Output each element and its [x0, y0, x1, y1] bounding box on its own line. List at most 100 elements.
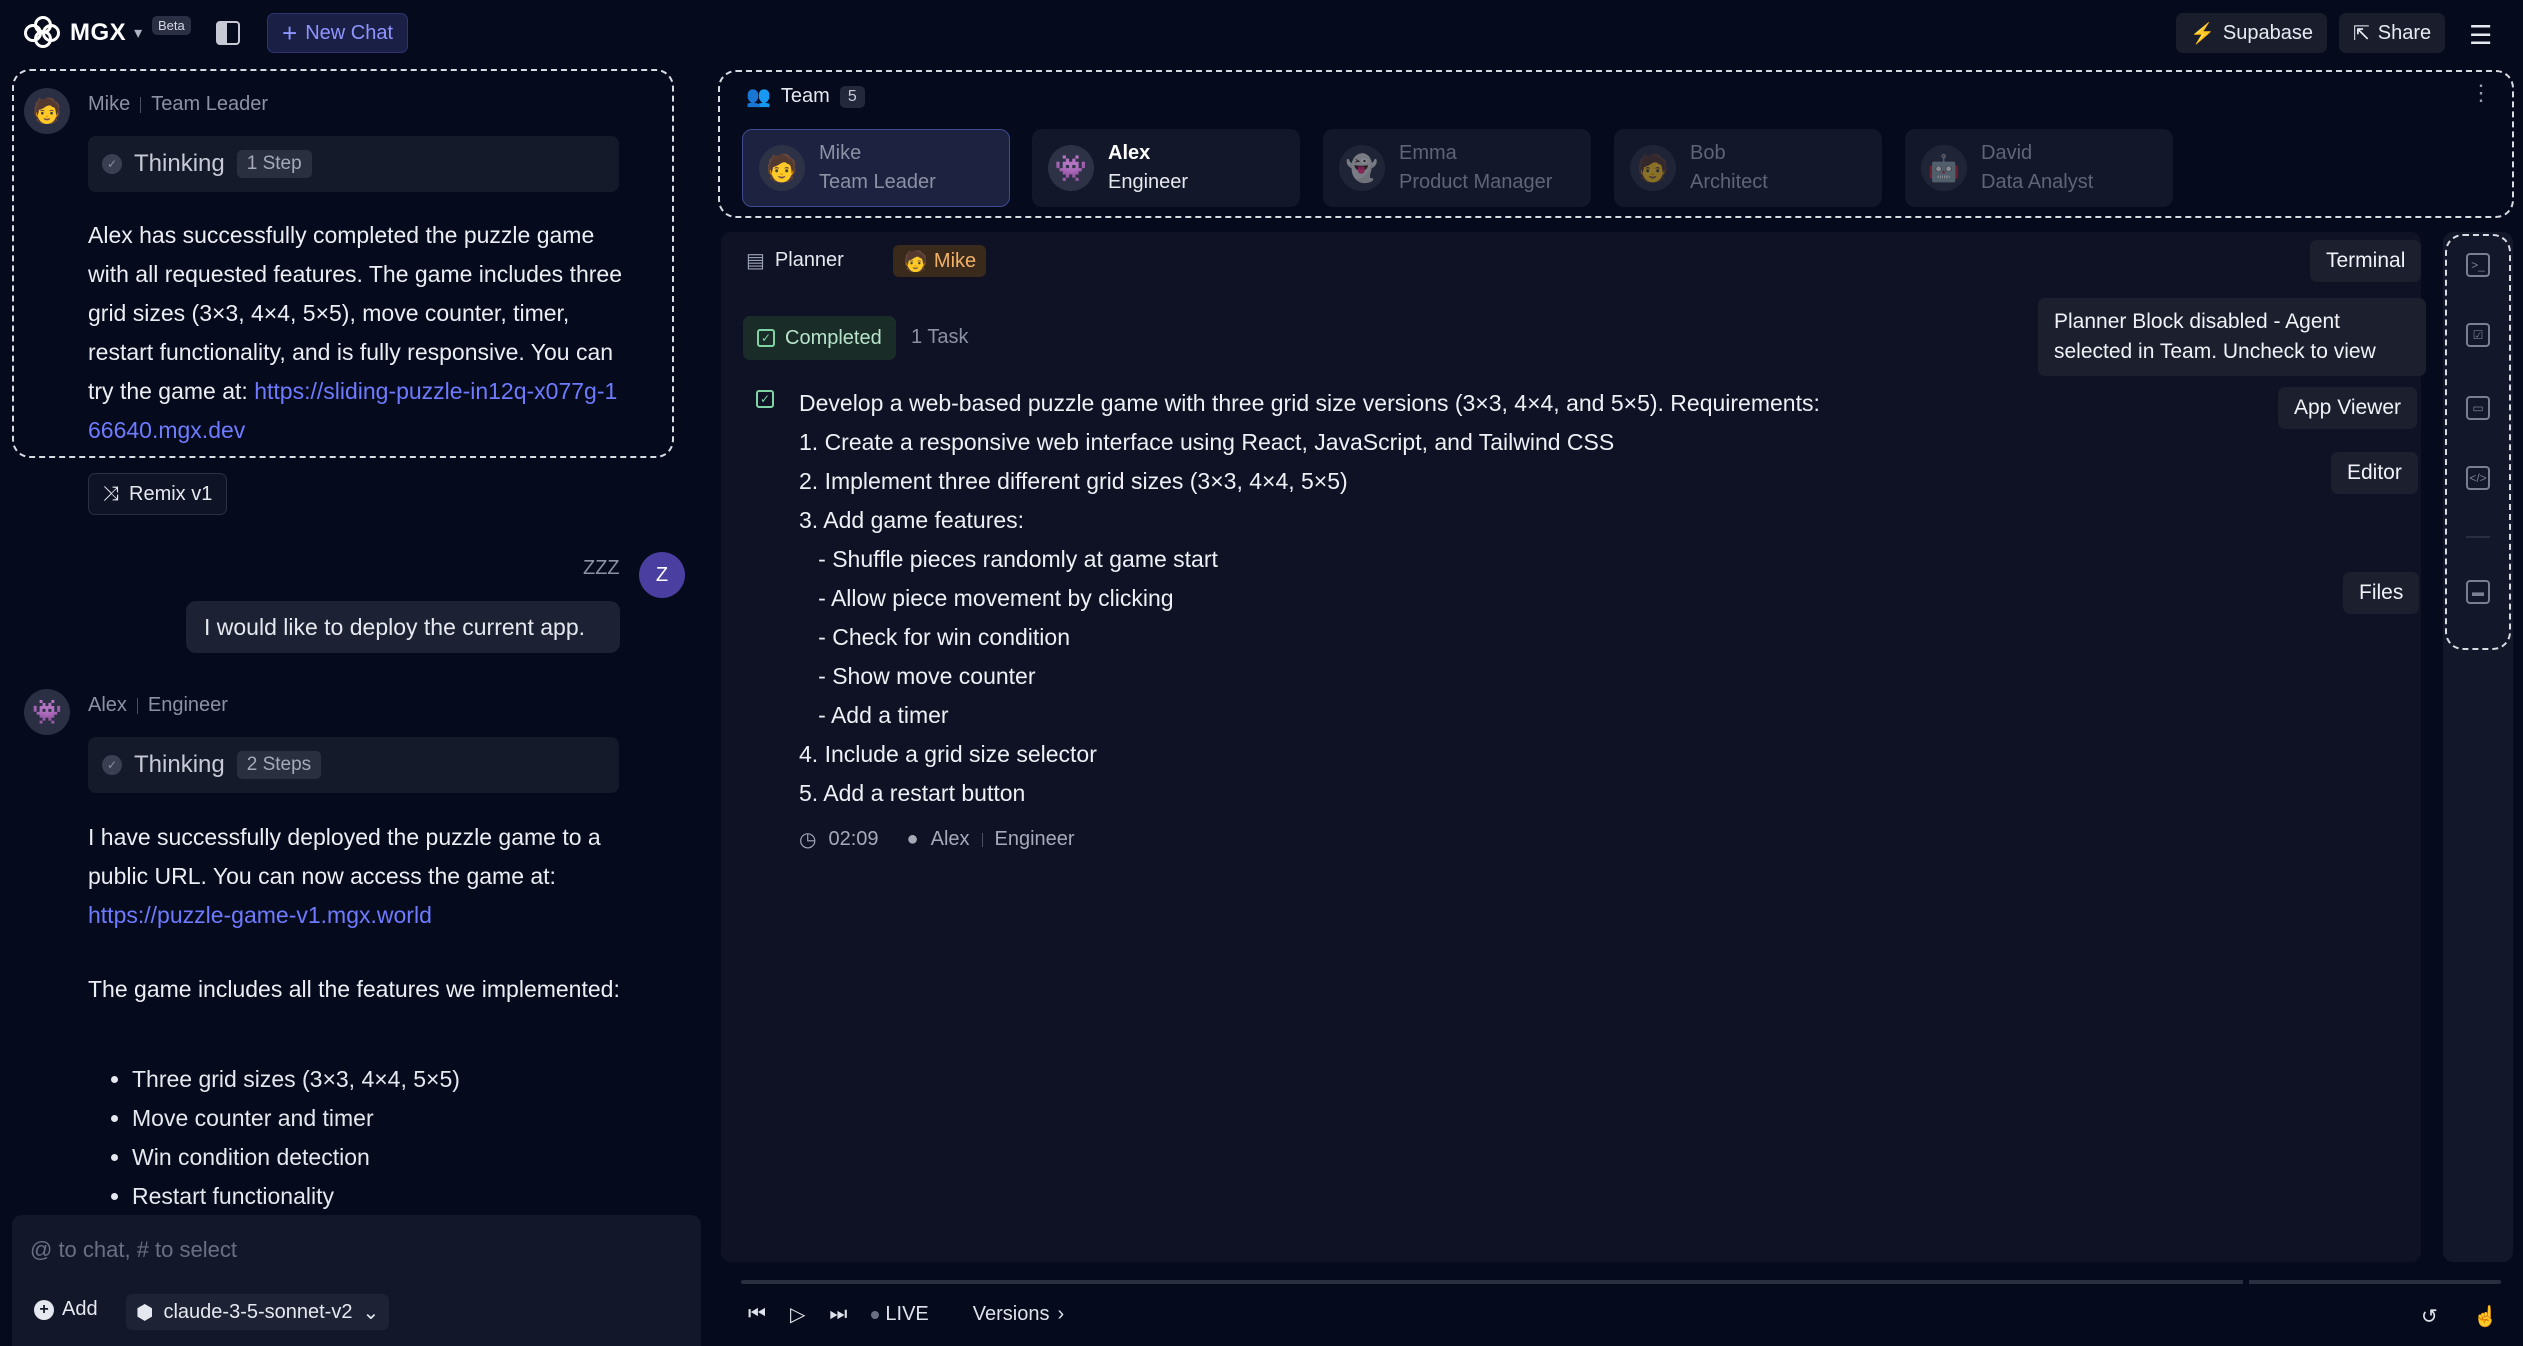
team-count: 5 [839, 85, 865, 108]
rail-divider [2466, 536, 2490, 538]
member-name: Emma [1399, 142, 1457, 164]
team-title: Team [780, 85, 830, 107]
thinking-panel[interactable]: ✓ Thinking 2 Steps [88, 737, 619, 793]
clock-icon: ◷ [799, 829, 817, 851]
team-member-bob[interactable]: 🧑 Bob Architect [1614, 129, 1882, 207]
message-author: Mike Team Leader [88, 93, 268, 116]
author-role: Team Leader [151, 93, 268, 115]
task-line: - Show move counter [799, 663, 1036, 689]
message-body: The game includes all the features we im… [88, 976, 620, 1002]
task-line: - Shuffle pieces randomly at game start [799, 546, 1218, 572]
history-icon[interactable]: ↺ [2421, 1304, 2438, 1329]
check-icon: ✓ [102, 154, 122, 174]
sidebar-toggle-icon[interactable] [216, 21, 240, 45]
new-chat-button[interactable]: + New Chat [267, 13, 408, 53]
pointer-hand-icon[interactable]: ☝ [2473, 1304, 2498, 1329]
chevron-down-icon[interactable]: ▾ [134, 23, 142, 43]
share-icon: ⇱ [2353, 22, 2370, 45]
chevron-down-icon: ⌄ [362, 1301, 380, 1324]
assignee-role: Engineer [994, 828, 1075, 850]
agent-chip: 🧑 Mike [893, 245, 987, 277]
cube-icon: ⬢ [136, 1301, 154, 1324]
user-avatar: Z [639, 552, 685, 598]
terminal-icon[interactable]: >_ [2466, 253, 2490, 277]
list-item: Move counter and timer [132, 1099, 608, 1138]
plus-icon: + [282, 17, 298, 48]
team-member-alex[interactable]: 👾 Alex Engineer [1032, 129, 1300, 207]
play-icon[interactable]: ▷ [790, 1302, 805, 1327]
message-text-2: The game includes all the features we im… [88, 970, 628, 1009]
skip-forward-icon[interactable]: ⏭ [829, 1303, 847, 1326]
team-header: 👥 Team 5 [746, 84, 865, 109]
team-member-emma[interactable]: 👻 Emma Product Manager [1323, 129, 1591, 207]
versions-label: Versions [972, 1303, 1050, 1325]
member-role: Engineer [1108, 171, 1189, 193]
agent-name: Mike [933, 249, 977, 272]
task-line: 4. Include a grid size selector [799, 741, 1097, 767]
brand-name: MGX [70, 19, 127, 46]
live-dot [871, 1310, 880, 1319]
task-line: 1. Create a responsive web interface usi… [799, 429, 1615, 455]
task-line: 3. Add game features: [799, 507, 1025, 533]
skip-back-icon[interactable]: ⏮ [748, 1303, 766, 1326]
editor-tooltip: Editor [2331, 452, 2418, 494]
message-text: Alex has successfully completed the puzz… [88, 216, 628, 450]
supabase-button[interactable]: ⚡ Supabase [2176, 13, 2327, 53]
checkbox-icon: ✓ [757, 329, 775, 347]
editor-icon[interactable]: </> [2466, 466, 2490, 490]
app-viewer-tooltip: App Viewer [2278, 387, 2418, 429]
task-time: 02:09 [828, 828, 879, 850]
mike-small-icon: 🧑 [903, 250, 928, 273]
planner-icon: ▤ [746, 250, 765, 272]
shuffle-icon: ⤨ [103, 482, 119, 505]
user-message-text: I would like to deploy the current app. [204, 613, 586, 640]
planner-icon[interactable]: ☑ [2466, 323, 2490, 347]
david-avatar-icon: 🤖 [1921, 145, 1967, 191]
list-item: Win condition detection [132, 1138, 608, 1177]
task-line: Develop a web-based puzzle game with thr… [799, 390, 1820, 416]
thinking-label: Thinking [134, 150, 225, 177]
message-body: I have successfully deployed the puzzle … [88, 824, 601, 889]
model-name: claude-3-5-sonnet-v2 [163, 1300, 353, 1323]
logo-icon [24, 16, 62, 50]
task-line: 5. Add a restart button [799, 780, 1026, 806]
remix-button[interactable]: ⤨ Remix v1 [88, 473, 228, 515]
task-line: - Allow piece movement by clicking [799, 585, 1174, 611]
task-description: Develop a web-based puzzle game with thr… [799, 384, 1820, 813]
more-options-icon[interactable]: ⋮ [2470, 80, 2492, 106]
task-meta: ◷ 02:09 ● Alex Engineer [799, 827, 1075, 852]
planner-tooltip-text: Planner Block disabled - Agent selected … [2054, 310, 2376, 363]
settings-sliders-icon[interactable]: ☰ [2469, 20, 2492, 51]
timeline-bar[interactable] [741, 1280, 2501, 1284]
task-check-icon[interactable]: ✓ [756, 390, 774, 408]
member-name: Alex [1108, 142, 1151, 164]
app-viewer-icon[interactable]: ▭ [2466, 396, 2490, 420]
brand-logo[interactable]: MGX ▾ [24, 14, 142, 52]
files-tooltip: Files [2343, 572, 2420, 614]
chat-input[interactable]: @ to chat, # to select [30, 1237, 237, 1263]
divider [981, 832, 983, 847]
deploy-link[interactable]: https://puzzle-game-v1.mgx.world [88, 902, 432, 928]
member-name: David [1981, 142, 2033, 164]
task-line: 2. Implement three different grid sizes … [799, 468, 1348, 494]
mike-avatar-icon: 🧑 [759, 145, 805, 191]
message-body: Alex has successfully completed the puzz… [88, 222, 622, 404]
status-label: Completed [785, 326, 882, 349]
team-icon: 👥 [746, 86, 771, 108]
author-role: Engineer [147, 694, 228, 716]
add-label: Add [62, 1298, 98, 1320]
message-text: I have successfully deployed the puzzle … [88, 818, 628, 935]
planner-header: ▤ Planner [746, 248, 844, 273]
team-member-david[interactable]: 🤖 David Data Analyst [1905, 129, 2173, 207]
live-indicator[interactable]: LIVE [871, 1303, 929, 1326]
model-selector[interactable]: ⬢ claude-3-5-sonnet-v2 ⌄ [126, 1294, 390, 1330]
thinking-panel[interactable]: ✓ Thinking 1 Step [88, 136, 619, 192]
versions-button[interactable]: Versions › [973, 1303, 1064, 1326]
team-member-mike[interactable]: 🧑 Mike Team Leader [742, 129, 1010, 207]
beta-badge: Beta [152, 16, 191, 35]
status-badge: ✓ Completed [743, 316, 896, 360]
member-role: Team Leader [819, 171, 936, 193]
files-icon[interactable]: ▬ [2466, 580, 2490, 604]
share-button[interactable]: ⇱ Share [2339, 13, 2446, 53]
add-button[interactable]: + Add [34, 1298, 98, 1321]
